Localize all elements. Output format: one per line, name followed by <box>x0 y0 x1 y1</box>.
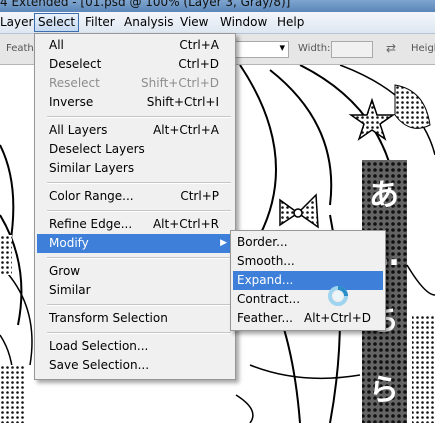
menu-item-transform-selection[interactable]: Transform Selection <box>37 309 233 328</box>
menu-item-inverse[interactable]: Inverse Shift+Ctrl+I <box>37 93 233 112</box>
submenu-item-contract[interactable]: Contract... <box>233 290 383 309</box>
style-dropdown[interactable] <box>235 41 289 58</box>
menu-help[interactable]: Help <box>274 14 307 31</box>
menu-separator <box>47 210 231 212</box>
menu-analysis[interactable]: Analysis <box>121 14 176 31</box>
menu-separator <box>47 257 231 259</box>
menu-separator <box>47 116 231 118</box>
window-title: 4 Extended - [01.psd @ 100% (Layer 3, Gr… <box>0 0 291 9</box>
menu-item-grow[interactable]: Grow <box>37 262 233 281</box>
menu-item-similar[interactable]: Similar <box>37 281 233 300</box>
menu-bar: Layer Select Filter Analysis View Window… <box>0 12 435 34</box>
menu-separator <box>47 304 231 306</box>
modify-submenu: Border... Smooth... Expand... Contract..… <box>230 230 386 331</box>
submenu-item-expand[interactable]: Expand... <box>233 271 383 290</box>
menu-item-all-layers[interactable]: All Layers Alt+Ctrl+A <box>37 121 233 140</box>
svg-text:ら: ら <box>369 373 399 408</box>
menu-item-refine-edge[interactable]: Refine Edge... Alt+Ctrl+R <box>37 215 233 234</box>
menu-separator <box>47 182 231 184</box>
menu-item-deselect-layers[interactable]: Deselect Layers <box>37 140 233 159</box>
menu-item-load-selection[interactable]: Load Selection... <box>37 337 233 356</box>
swap-icon[interactable]: ⇄ <box>386 41 396 55</box>
menu-item-deselect[interactable]: Deselect Ctrl+D <box>37 55 233 74</box>
width-label: Width: <box>298 43 331 54</box>
submenu-item-smooth[interactable]: Smooth... <box>233 252 383 271</box>
svg-text:あ: あ <box>369 178 399 213</box>
menu-view[interactable]: View <box>177 14 211 31</box>
busy-cursor-icon <box>328 286 348 306</box>
menu-item-all[interactable]: All Ctrl+A <box>37 36 233 55</box>
menu-filter[interactable]: Filter <box>82 14 118 31</box>
menu-separator <box>47 332 231 334</box>
menu-window[interactable]: Window <box>217 14 270 31</box>
title-bar: 4 Extended - [01.psd @ 100% (Layer 3, Gr… <box>0 0 435 12</box>
menu-select[interactable]: Select <box>34 13 80 32</box>
menu-item-reselect: Reselect Shift+Ctrl+D <box>49 76 219 90</box>
menu-item-similar-layers[interactable]: Similar Layers <box>37 159 233 178</box>
menu-item-save-selection[interactable]: Save Selection... <box>37 356 233 375</box>
submenu-item-border[interactable]: Border... <box>233 233 383 252</box>
height-label: Heigh <box>411 43 435 54</box>
submenu-arrow-icon: ▶ <box>220 238 227 248</box>
menu-item-modify[interactable]: Modify ▶ <box>37 234 233 253</box>
submenu-item-feather[interactable]: Feather... Alt+Ctrl+D <box>233 309 383 328</box>
select-menu: All Ctrl+A Deselect Ctrl+D Reselect Shift+C… <box>34 33 236 380</box>
width-field[interactable] <box>331 41 373 58</box>
menu-layer[interactable]: Layer <box>0 14 36 31</box>
menu-item-color-range[interactable]: Color Range... Ctrl+P <box>37 187 233 206</box>
